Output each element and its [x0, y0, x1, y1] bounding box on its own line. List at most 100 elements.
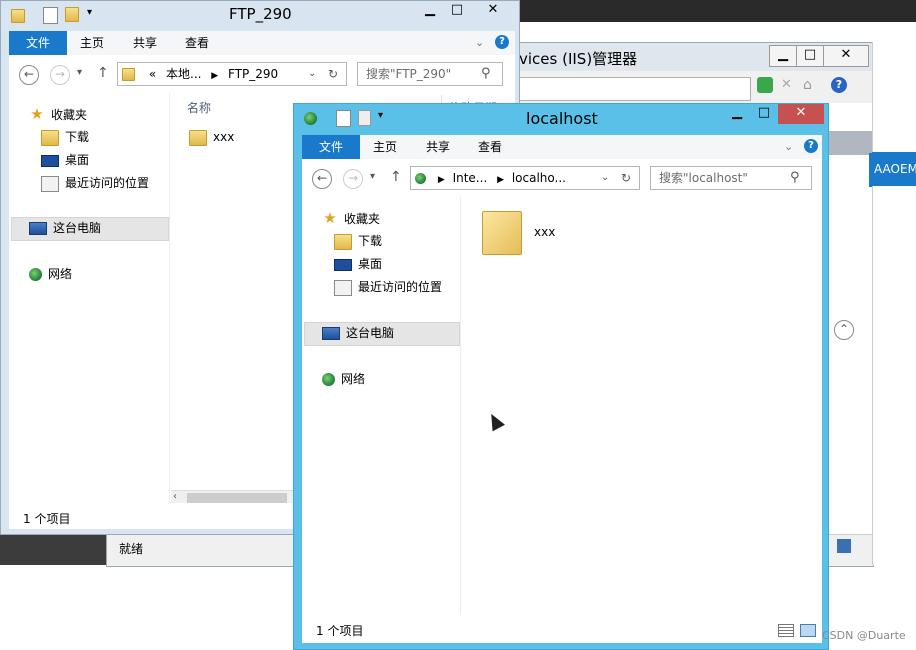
ftp-title: FTP_290: [229, 5, 292, 23]
desktop-monitor-icon: [41, 154, 59, 167]
ftp-address-part-local[interactable]: 本地...: [166, 67, 201, 81]
ftp-quick-dropdown-icon[interactable]: ▾: [87, 7, 92, 18]
ftp-nav-this-pc[interactable]: 这台电脑: [29, 217, 101, 239]
ftp-help-icon[interactable]: ?: [495, 35, 509, 49]
this-pc-icon: [29, 222, 47, 235]
localhost-help-icon[interactable]: ?: [804, 139, 818, 153]
ftp-status-text: 1 个项目: [23, 512, 71, 526]
iis-right-banner: AAOEMI: [872, 152, 916, 186]
localhost-quick-network-icon[interactable]: [304, 111, 323, 125]
localhost-status-text: 1 个项目: [316, 624, 364, 638]
ftp-tab-share[interactable]: 共享: [123, 31, 167, 55]
iis-status-network-icon: [837, 539, 851, 553]
localhost-quick-dropdown-icon[interactable]: ▾: [378, 110, 383, 121]
iis-maximize-button[interactable]: □: [796, 45, 824, 67]
ftp-search-icon[interactable]: ⚲: [481, 66, 491, 81]
localhost-title: localhost: [526, 109, 598, 128]
network-globe-icon: [29, 268, 42, 281]
iis-help-icon[interactable]: ?: [831, 77, 847, 93]
watermark: CSDN @Duarte: [822, 629, 906, 642]
localhost-nav-this-pc[interactable]: 这台电脑: [322, 322, 394, 344]
ftp-nav-favorites[interactable]: ★ 收藏夹: [29, 103, 87, 125]
ftp-recent-dropdown-icon[interactable]: ▾: [77, 67, 82, 78]
ftp-address-overflow[interactable]: «: [149, 67, 156, 81]
localhost-maximize-button[interactable]: □: [751, 104, 777, 124]
localhost-search-input[interactable]: 搜索"localhost": [650, 166, 812, 190]
localhost-nav-favorites[interactable]: ★ 收藏夹: [322, 207, 380, 229]
ftp-minimize-button[interactable]: ▁: [417, 1, 443, 21]
ftp-quick-properties-icon[interactable]: [43, 7, 58, 24]
localhost-tab-home[interactable]: 主页: [364, 135, 406, 159]
localhost-details-view-icon[interactable]: [778, 624, 794, 637]
ftp-back-button[interactable]: ←: [19, 65, 39, 85]
ftp-nav-divider: [169, 93, 170, 503]
ftp-nav-recent[interactable]: 最近访问的位置: [41, 172, 149, 194]
localhost-file-item[interactable]: xxx: [482, 211, 582, 255]
localhost-tab-share[interactable]: 共享: [416, 135, 460, 159]
iis-home-icon[interactable]: ⌂: [803, 77, 819, 93]
ftp-tab-home[interactable]: 主页: [71, 31, 113, 55]
ftp-close-button[interactable]: ✕: [471, 1, 515, 21]
localhost-forward-button[interactable]: →: [343, 169, 363, 189]
localhost-large-icons-view-icon[interactable]: [800, 624, 816, 637]
ftp-tab-view[interactable]: 查看: [175, 31, 219, 55]
recent-places-icon: [41, 175, 59, 192]
network-globe-icon: [322, 373, 335, 386]
ftp-nav-downloads[interactable]: 下载: [41, 126, 89, 148]
downloads-folder-icon: [41, 129, 59, 146]
localhost-address-part-internet[interactable]: Inte...: [453, 171, 488, 185]
localhost-address-bar[interactable]: ▶ Inte... ▶ localho... ⌄ ↻: [410, 166, 640, 190]
ftp-nav-desktop[interactable]: 桌面: [41, 149, 89, 171]
iis-stop-icon[interactable]: ✕: [781, 77, 795, 92]
localhost-body: ★ 收藏夹 下载 桌面 最近访问的位置 这台电脑 网络 xxx: [302, 197, 822, 615]
iis-collapse-button[interactable]: ⌃: [834, 320, 854, 340]
localhost-address-dropdown-icon[interactable]: ⌄: [601, 167, 609, 189]
ftp-forward-button[interactable]: →: [50, 65, 70, 85]
iis-refresh-icon[interactable]: [757, 77, 773, 93]
mouse-cursor-icon: [485, 410, 505, 432]
ftp-address-dropdown-icon[interactable]: ⌄: [308, 63, 316, 85]
localhost-nav-desktop[interactable]: 桌面: [334, 253, 382, 275]
large-folder-icon: [482, 211, 522, 255]
ftp-address-row: ← → ▾ ↑ « 本地... ▶ FTP_290 ⌄ ↻ 搜索"FTP_290…: [9, 55, 515, 93]
ftp-scroll-thumb[interactable]: [187, 493, 287, 503]
localhost-address-part-current[interactable]: localho...: [512, 171, 566, 185]
ftp-tab-file[interactable]: 文件: [9, 31, 67, 55]
localhost-nav-network[interactable]: 网络: [322, 368, 365, 390]
ftp-ribbon: 文件 主页 共享 查看 ⌄ ?: [9, 31, 515, 55]
localhost-up-button[interactable]: ↑: [390, 169, 402, 185]
localhost-nav-downloads[interactable]: 下载: [334, 230, 382, 252]
localhost-minimize-button[interactable]: ▁: [724, 104, 750, 124]
ftp-up-button[interactable]: ↑: [97, 65, 109, 81]
iis-address-input[interactable]: [519, 77, 751, 101]
ftp-refresh-icon[interactable]: ↻: [328, 63, 338, 85]
localhost-back-button[interactable]: ←: [312, 169, 332, 189]
ftp-nav-network[interactable]: 网络: [29, 263, 72, 285]
iis-header-bar: [829, 131, 873, 155]
localhost-quick-newfolder-icon[interactable]: [358, 110, 371, 126]
localhost-tab-file[interactable]: 文件: [302, 135, 360, 159]
localhost-nav-divider: [460, 197, 461, 615]
localhost-ribbon-expand-icon[interactable]: ⌄: [784, 140, 793, 153]
localhost-refresh-icon[interactable]: ↻: [621, 167, 631, 189]
ftp-quick-newfolder-icon[interactable]: [65, 7, 85, 22]
ftp-ribbon-expand-icon[interactable]: ⌄: [475, 36, 484, 49]
ftp-address-bar[interactable]: « 本地... ▶ FTP_290 ⌄ ↻: [117, 62, 347, 86]
downloads-folder-icon: [334, 233, 352, 250]
localhost-close-button[interactable]: ✕: [778, 104, 824, 124]
ftp-address-part-current[interactable]: FTP_290: [228, 67, 278, 81]
localhost-quick-properties-icon[interactable]: [336, 110, 351, 127]
iis-close-button[interactable]: ✕: [823, 45, 869, 67]
localhost-nav-recent[interactable]: 最近访问的位置: [334, 276, 442, 298]
ftp-file-item[interactable]: xxx: [189, 126, 234, 148]
localhost-tab-view[interactable]: 查看: [468, 135, 512, 159]
ftp-maximize-button[interactable]: □: [444, 1, 470, 21]
ftp-scroll-left-icon[interactable]: ‹: [173, 491, 177, 502]
ftp-address-folder-icon: [122, 68, 135, 81]
localhost-recent-dropdown-icon[interactable]: ▾: [370, 171, 375, 182]
ftp-column-name[interactable]: 名称: [187, 99, 211, 116]
iis-minimize-button[interactable]: ▁: [769, 45, 797, 67]
ftp-quick-access-folder-icon[interactable]: [11, 8, 25, 23]
localhost-ribbon: 文件 主页 共享 查看 ⌄ ?: [302, 135, 822, 159]
localhost-search-icon[interactable]: ⚲: [790, 170, 800, 185]
